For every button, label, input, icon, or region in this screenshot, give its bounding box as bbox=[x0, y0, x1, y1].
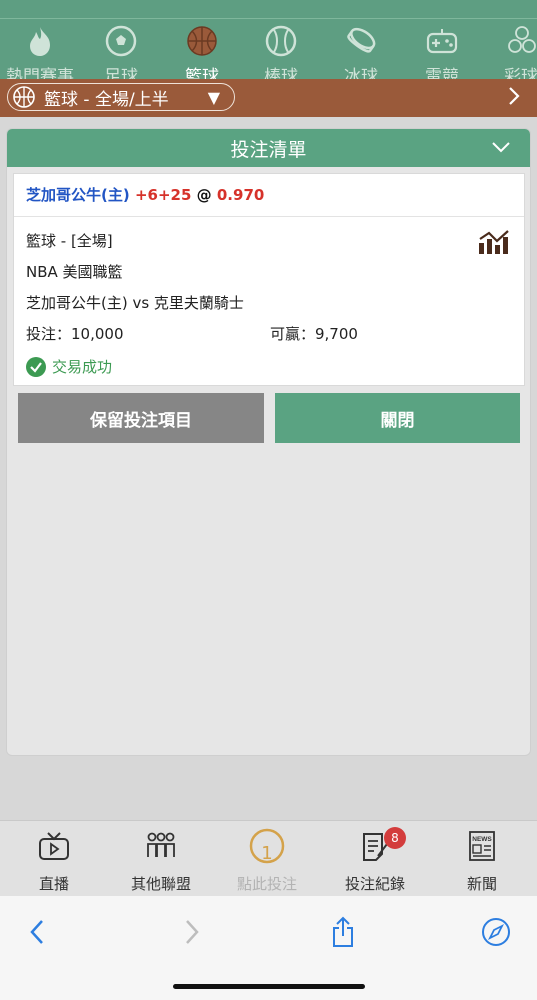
divider bbox=[14, 216, 524, 217]
fire-icon bbox=[23, 24, 57, 58]
bet-stake: 投注：10,000 bbox=[26, 325, 124, 343]
safari-compass-button[interactable] bbox=[476, 916, 516, 948]
people-icon bbox=[116, 829, 206, 863]
selection-handicap: +6+25 bbox=[134, 186, 192, 204]
soccer-ball-icon bbox=[104, 24, 138, 58]
chevron-right-icon bbox=[186, 920, 199, 944]
tab-bet-history[interactable]: 8 投注紀錄 bbox=[330, 827, 420, 894]
tab-label: 其他聯盟 bbox=[130, 875, 191, 893]
news-icon-text: NEWS bbox=[472, 836, 492, 843]
basketball-icon bbox=[13, 86, 35, 108]
bet-market: 籃球 - [全場] bbox=[26, 232, 113, 250]
filter-label: 籃球 - 全場/上半 bbox=[44, 89, 169, 110]
bottom-tab-bar: 直播 其他聯盟 1 點此投注 8 投注紀錄 NEWS 新聞 bbox=[0, 820, 537, 897]
bet-count-icon: 1 bbox=[222, 828, 312, 864]
success-status: 交易成功 bbox=[26, 356, 112, 377]
browser-toolbar bbox=[0, 896, 537, 1000]
betslip-header[interactable]: 投注清單 bbox=[7, 129, 530, 167]
tv-icon bbox=[9, 829, 99, 863]
tab-label: 點此投注 bbox=[236, 875, 297, 893]
chevron-left-icon bbox=[30, 920, 43, 944]
close-button[interactable]: 關閉 bbox=[275, 393, 520, 443]
share-icon bbox=[333, 916, 353, 947]
newspaper-icon: NEWS bbox=[437, 829, 527, 863]
keep-selections-button[interactable]: 保留投注項目 bbox=[18, 393, 264, 443]
compass-icon bbox=[482, 918, 510, 946]
chevron-down-icon[interactable] bbox=[490, 137, 512, 157]
bet-potential-win: 可贏：9,700 bbox=[270, 325, 358, 343]
home-indicator bbox=[173, 984, 365, 989]
sports-nav: 熱門賽事 足球 籃球 棒球 冰球 電競 彩球 bbox=[0, 0, 537, 87]
notification-badge: 8 bbox=[384, 827, 406, 849]
back-button[interactable] bbox=[17, 916, 57, 948]
selection-team: 芝加哥公牛(主) bbox=[26, 186, 130, 204]
selection-at: @ bbox=[196, 186, 212, 204]
bet-match: 芝加哥公牛(主) vs 克里夫蘭騎士 bbox=[26, 294, 244, 312]
bet-selection-line: 芝加哥公牛(主) +6+25 @ 0.970 bbox=[26, 184, 264, 205]
lottery-balls-icon bbox=[505, 24, 537, 58]
tab-label: 投注紀錄 bbox=[344, 875, 405, 893]
success-text: 交易成功 bbox=[52, 358, 113, 376]
tab-other-leagues[interactable]: 其他聯盟 bbox=[116, 829, 206, 894]
betslip-title: 投注清單 bbox=[230, 138, 307, 161]
bet-ticket-card: 芝加哥公牛(主) +6+25 @ 0.970 籃球 - [全場] NBA 美國職… bbox=[13, 173, 525, 386]
baseball-icon bbox=[264, 24, 298, 58]
stats-chart-icon[interactable] bbox=[478, 229, 510, 259]
bet-count: 1 bbox=[261, 843, 273, 864]
league-filter-dropdown[interactable]: 籃球 - 全場/上半 ▼ bbox=[7, 83, 235, 111]
dropdown-arrow-icon: ▼ bbox=[207, 87, 220, 107]
tab-news[interactable]: NEWS 新聞 bbox=[437, 829, 527, 894]
top-divider bbox=[0, 18, 537, 19]
bet-league: NBA 美國職籃 bbox=[26, 263, 123, 281]
check-circle-icon bbox=[26, 356, 46, 377]
tab-live[interactable]: 直播 bbox=[9, 829, 99, 894]
chevron-right-icon[interactable] bbox=[507, 85, 521, 113]
hockey-puck-icon bbox=[344, 24, 378, 58]
share-button[interactable] bbox=[323, 916, 363, 948]
forward-button[interactable] bbox=[172, 916, 212, 948]
gamepad-icon bbox=[425, 24, 459, 58]
tab-place-bet[interactable]: 1 點此投注 bbox=[222, 828, 312, 894]
basketball-icon bbox=[185, 24, 219, 58]
betslip-panel: 投注清單 芝加哥公牛(主) +6+25 @ 0.970 籃球 - [全場] NB… bbox=[6, 128, 531, 756]
filter-bar: 籃球 - 全場/上半 ▼ bbox=[0, 79, 537, 117]
tab-label: 直播 bbox=[38, 875, 69, 893]
selection-odds: 0.970 bbox=[216, 186, 265, 204]
receipt-icon bbox=[330, 829, 420, 863]
tab-label: 新聞 bbox=[466, 875, 497, 893]
